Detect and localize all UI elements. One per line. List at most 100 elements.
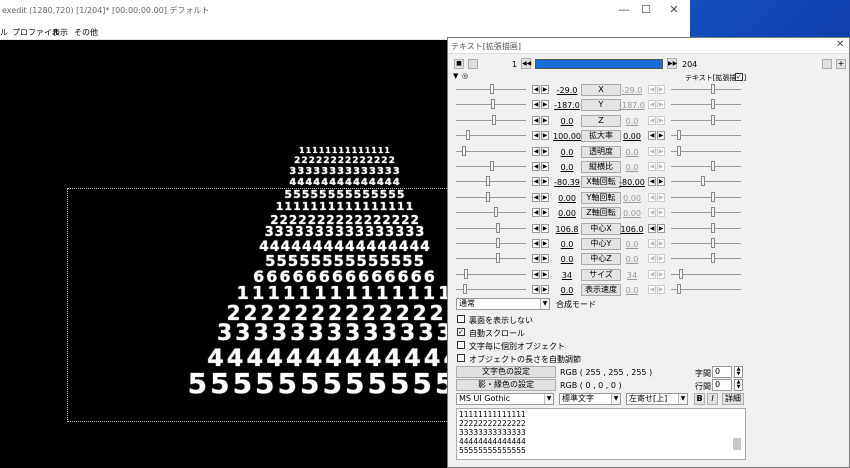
object-enabled-checkbox[interactable]: ✓ xyxy=(735,73,743,81)
increment-icon[interactable]: ▶ xyxy=(541,224,549,233)
param-slider-thumb-right[interactable] xyxy=(711,161,715,171)
param-slider-track-right[interactable] xyxy=(671,151,741,152)
autoscroll-checkbox[interactable]: ✓ xyxy=(457,328,465,336)
font-select[interactable]: MS UI Gothic ▼ xyxy=(456,393,554,405)
increment-icon[interactable]: ▶ xyxy=(657,147,665,156)
param-slider-thumb-left[interactable] xyxy=(486,192,490,202)
decrement-icon[interactable]: ◀ xyxy=(532,131,540,140)
param-slider-track-right[interactable] xyxy=(671,166,741,167)
param-value-end[interactable]: 0.00 xyxy=(616,194,648,203)
textarea-scrollbar[interactable] xyxy=(733,438,741,450)
param-slider-thumb-left[interactable] xyxy=(462,146,466,156)
decrement-icon[interactable]: ◀ xyxy=(648,224,656,233)
backface-checkbox[interactable] xyxy=(457,315,465,323)
increment-icon[interactable]: ▶ xyxy=(541,177,549,186)
increment-icon[interactable]: ▶ xyxy=(657,254,665,263)
increment-icon[interactable]: ▶ xyxy=(657,116,665,125)
increment-icon[interactable]: ▶ xyxy=(657,285,665,294)
param-slider-track-left[interactable] xyxy=(456,120,526,121)
param-slider-thumb-left[interactable] xyxy=(486,176,490,186)
param-slider-thumb-left[interactable] xyxy=(490,84,494,94)
param-value-end[interactable]: 0.0 xyxy=(616,240,648,249)
param-value-end[interactable]: 0.0 xyxy=(616,163,648,172)
param-slider-track-right[interactable] xyxy=(671,104,741,105)
menu-other[interactable]: その他 xyxy=(74,27,98,38)
decrement-icon[interactable]: ◀ xyxy=(532,285,540,294)
decrement-icon[interactable]: ◀ xyxy=(532,224,540,233)
param-name-button[interactable]: Z軸回転 xyxy=(581,207,621,219)
param-slider-thumb-right[interactable] xyxy=(711,84,715,94)
param-slider-track-right[interactable] xyxy=(671,212,741,213)
param-slider-thumb-right[interactable] xyxy=(711,99,715,109)
param-value-start[interactable]: -187.0 xyxy=(551,101,583,110)
decrement-icon[interactable]: ◀ xyxy=(648,239,656,248)
param-slider-track-left[interactable] xyxy=(456,197,526,198)
param-value-start[interactable]: 0.0 xyxy=(551,148,583,157)
increment-icon[interactable]: ▶ xyxy=(541,131,549,140)
param-name-button[interactable]: サイズ xyxy=(581,269,621,281)
param-value-end[interactable]: -187.0 xyxy=(616,101,648,110)
param-slider-thumb-left[interactable] xyxy=(496,223,500,233)
shadow-color-button[interactable]: 影・縁色の設定 xyxy=(456,379,556,391)
decrement-icon[interactable]: ◀ xyxy=(648,177,656,186)
char-spacing-spinner[interactable]: ▲ ▼ xyxy=(734,366,743,378)
decrement-icon[interactable]: ◀ xyxy=(532,239,540,248)
main-title-bar[interactable]: exedit (1280,720) [1/204]* [00:00:00.00]… xyxy=(0,0,690,22)
decrement-icon[interactable]: ◀ xyxy=(648,270,656,279)
decrement-icon[interactable]: ◀ xyxy=(648,193,656,202)
style-select[interactable]: 標準文字 ▼ xyxy=(559,393,621,405)
param-value-end[interactable]: -29.0 xyxy=(616,86,648,95)
param-value-start[interactable]: 0.0 xyxy=(551,240,583,249)
param-value-end[interactable]: 0.0 xyxy=(616,255,648,264)
add-filter-icon[interactable]: + xyxy=(836,59,846,69)
decrement-icon[interactable]: ◀ xyxy=(648,147,656,156)
param-slider-track-right[interactable] xyxy=(671,289,741,290)
menu-file-partial[interactable]: ル xyxy=(0,27,8,38)
decrement-icon[interactable]: ◀ xyxy=(532,193,540,202)
camera-icon[interactable]: ■ xyxy=(454,59,464,69)
text-input-area[interactable]: 11111111111111 22222222222222 3333333333… xyxy=(456,408,746,460)
param-slider-thumb-left[interactable] xyxy=(494,207,498,217)
increment-icon[interactable]: ▶ xyxy=(541,193,549,202)
collapse-arrow-icon[interactable]: ▼ xyxy=(453,72,458,80)
script-icon[interactable] xyxy=(822,59,832,69)
param-value-start[interactable]: 100.00 xyxy=(551,132,583,141)
char-spacing-input[interactable]: 0 xyxy=(712,366,732,378)
decrement-icon[interactable]: ◀ xyxy=(532,147,540,156)
increment-icon[interactable]: ▶ xyxy=(657,100,665,109)
param-value-start[interactable]: 0.00 xyxy=(551,209,583,218)
param-value-start[interactable]: 0.0 xyxy=(551,117,583,126)
param-slider-track-left[interactable] xyxy=(456,151,526,152)
increment-icon[interactable]: ▶ xyxy=(657,177,665,186)
param-name-button[interactable]: 中心Z xyxy=(581,253,621,265)
decrement-icon[interactable]: ◀ xyxy=(532,116,540,125)
param-slider-thumb-right[interactable] xyxy=(711,192,715,202)
param-slider-thumb-right[interactable] xyxy=(677,130,681,140)
param-slider-track-right[interactable] xyxy=(671,258,741,259)
param-value-end[interactable]: 0.0 xyxy=(616,117,648,126)
param-value-start[interactable]: 0.0 xyxy=(551,255,583,264)
increment-icon[interactable]: ▶ xyxy=(541,100,549,109)
param-value-end[interactable]: -80.00 xyxy=(616,178,648,187)
decrement-icon[interactable]: ◀ xyxy=(648,285,656,294)
param-slider-thumb-left[interactable] xyxy=(463,284,467,294)
bold-button[interactable]: B xyxy=(694,393,705,405)
param-slider-thumb-left[interactable] xyxy=(466,130,470,140)
decrement-icon[interactable]: ◀ xyxy=(648,208,656,217)
param-name-button[interactable]: 中心X xyxy=(581,223,621,235)
param-value-start[interactable]: -80.39 xyxy=(551,178,583,187)
decrement-icon[interactable]: ◀ xyxy=(532,270,540,279)
param-slider-thumb-right[interactable] xyxy=(711,253,715,263)
decrement-icon[interactable]: ◀ xyxy=(532,177,540,186)
param-slider-track-left[interactable] xyxy=(456,258,526,259)
decrement-icon[interactable]: ◀ xyxy=(532,85,540,94)
frame-slider[interactable] xyxy=(535,59,663,69)
prev-frame-button[interactable]: ◀◀ xyxy=(521,58,531,69)
param-value-start[interactable]: 0.00 xyxy=(551,194,583,203)
param-slider-track-left[interactable] xyxy=(456,181,526,182)
increment-icon[interactable]: ▶ xyxy=(657,85,665,94)
increment-icon[interactable]: ▶ xyxy=(541,239,549,248)
param-slider-thumb-left[interactable] xyxy=(492,115,496,125)
param-value-end[interactable]: 0.0 xyxy=(616,148,648,157)
param-slider-track-right[interactable] xyxy=(671,228,741,229)
